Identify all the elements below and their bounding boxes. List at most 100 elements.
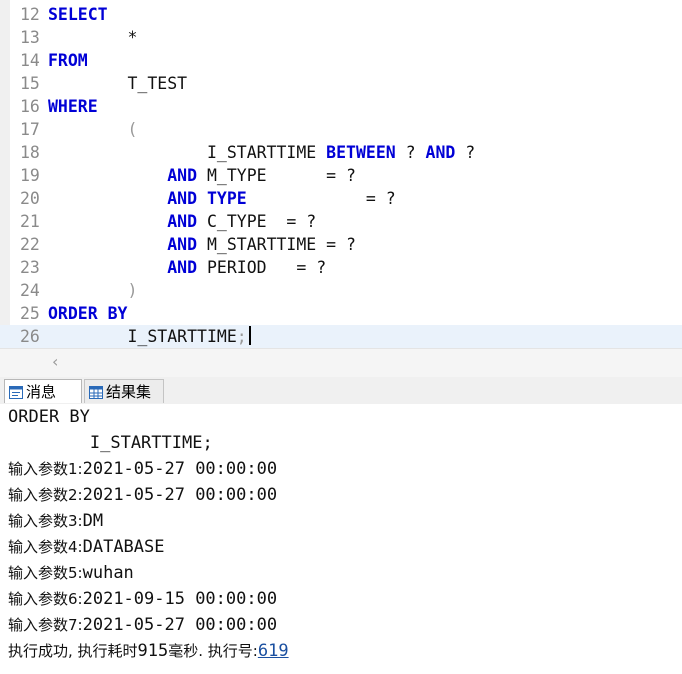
sql-keyword: WHERE <box>48 97 98 116</box>
line-number: 17 <box>20 120 40 139</box>
sql-keyword: SELECT <box>48 5 108 24</box>
parameter-value: wuhan <box>82 563 134 583</box>
code-text: ) <box>48 279 137 302</box>
code-text: T_TEST <box>48 72 187 95</box>
tab-result-set[interactable]: 结果集 <box>84 379 164 403</box>
parameter-label: 输入参数4: <box>8 538 83 556</box>
code-token: ? <box>395 143 426 162</box>
parameter-label: 输入参数6: <box>8 590 83 608</box>
line-number: 22 <box>20 235 40 254</box>
code-token: ? <box>455 143 476 162</box>
parameter-value: 2021-09-15 00:00:00 <box>82 589 278 609</box>
line-number: 18 <box>20 143 40 162</box>
code-text: * <box>48 26 137 49</box>
code-token: T_TEST <box>127 74 188 93</box>
status-prefix: 执行成功, 执行耗时 <box>8 642 138 660</box>
message-line: ORDER BY <box>8 407 90 427</box>
line-number: 13 <box>20 28 40 47</box>
code-text: AND M_STARTTIME = ? <box>48 233 356 256</box>
execution-number-link[interactable]: 619 <box>258 641 289 661</box>
sql-keyword: AND <box>167 258 198 277</box>
parameter-value: 2021-05-27 00:00:00 <box>82 615 278 635</box>
parameter-value: DATABASE <box>82 537 165 557</box>
code-line[interactable]: 22 AND M_STARTTIME = ? <box>0 233 682 256</box>
code-text: WHERE <box>48 95 98 118</box>
grid-icon <box>89 382 103 399</box>
code-text: AND M_TYPE = ? <box>48 164 356 187</box>
sql-editor[interactable]: 12 SELECT 13 * 14 FROM 15 T_TEST 16 WHERE 17 (18… <box>0 0 682 348</box>
line-number: 15 <box>20 74 40 93</box>
tab-result-set-label: 结果集 <box>106 383 152 401</box>
code-text: I_STARTTIME BETWEEN ? AND ? <box>48 141 475 164</box>
sql-keyword: AND <box>167 166 198 185</box>
input-parameter-line: 输入参数4:DATABASE <box>8 534 165 560</box>
parameter-label: 输入参数2: <box>8 486 83 504</box>
parameter-label: 输入参数3: <box>8 512 83 530</box>
sql-keyword: AND <box>167 235 198 254</box>
sql-keyword: AND <box>425 143 456 162</box>
code-token: ; <box>236 327 247 346</box>
code-token: M_TYPE = ? <box>197 166 356 185</box>
code-line[interactable]: 21 AND C_TYPE = ? <box>0 210 682 233</box>
line-number: 21 <box>20 212 40 231</box>
parameter-label: 输入参数1: <box>8 460 83 478</box>
code-token: I_STARTTIME <box>127 327 237 346</box>
status-line: 执行成功, 执行耗时915毫秒. 执行号:619 <box>8 638 289 664</box>
code-line[interactable]: 14 FROM <box>0 49 682 72</box>
code-line[interactable]: 16 WHERE <box>0 95 682 118</box>
result-tabbar: 消息 结果集 <box>0 377 682 405</box>
sql-keyword: FROM <box>48 51 88 70</box>
input-parameter-line: 输入参数6:2021-09-15 00:00:00 <box>8 586 277 612</box>
sql-keyword: ORDER BY <box>48 304 128 323</box>
code-token: ) <box>127 281 138 300</box>
code-text: I_STARTTIME; <box>48 325 251 348</box>
code-line[interactable]: 12 SELECT <box>0 3 682 26</box>
code-line[interactable]: 19 AND M_TYPE = ? <box>0 164 682 187</box>
line-number: 25 <box>20 304 40 323</box>
line-number: 26 <box>20 327 40 346</box>
code-token: ( <box>127 120 138 139</box>
line-number: 14 <box>20 51 40 70</box>
code-line[interactable]: 25 ORDER BY <box>0 302 682 325</box>
editor-horizontal-scrollbar[interactable]: ‹ <box>0 348 682 377</box>
message-line: I_STARTTIME; <box>8 433 213 453</box>
status-mid: 毫秒. 执行号: <box>168 642 258 660</box>
parameter-label: 输入参数7: <box>8 616 83 634</box>
code-text: AND PERIOD = ? <box>48 256 326 279</box>
code-line[interactable]: 20 AND TYPE = ? <box>0 187 682 210</box>
tab-messages[interactable]: 消息 <box>4 379 82 403</box>
parameter-label: 输入参数5: <box>8 564 83 582</box>
code-line[interactable]: 24 ) <box>0 279 682 302</box>
line-number: 24 <box>20 281 40 300</box>
parameter-value: DM <box>82 511 104 531</box>
sql-keyword: BETWEEN <box>326 143 396 162</box>
code-line[interactable]: 15 T_TEST <box>0 72 682 95</box>
sql-keyword: AND <box>167 212 198 231</box>
code-line[interactable]: 13 * <box>0 26 682 49</box>
code-text: AND TYPE = ? <box>48 187 396 210</box>
code-text: ORDER BY <box>48 302 127 325</box>
parameter-value: 2021-05-27 00:00:00 <box>82 459 278 479</box>
input-parameter-line: 输入参数1:2021-05-27 00:00:00 <box>8 456 277 482</box>
line-number: 23 <box>20 258 40 277</box>
code-line[interactable]: 18 I_STARTTIME BETWEEN ? AND ? <box>0 141 682 164</box>
code-line[interactable]: 26 I_STARTTIME; <box>0 325 682 348</box>
code-line[interactable]: 17 ( <box>0 118 682 141</box>
scroll-left-icon[interactable]: ‹ <box>52 352 58 371</box>
code-line[interactable]: 23 AND PERIOD = ? <box>0 256 682 279</box>
sql-keyword: AND <box>167 189 198 208</box>
line-number: 12 <box>20 5 40 24</box>
messages-panel: ORDER BY I_STARTTIME; 输入参数1:2021-05-27 0… <box>0 404 682 674</box>
